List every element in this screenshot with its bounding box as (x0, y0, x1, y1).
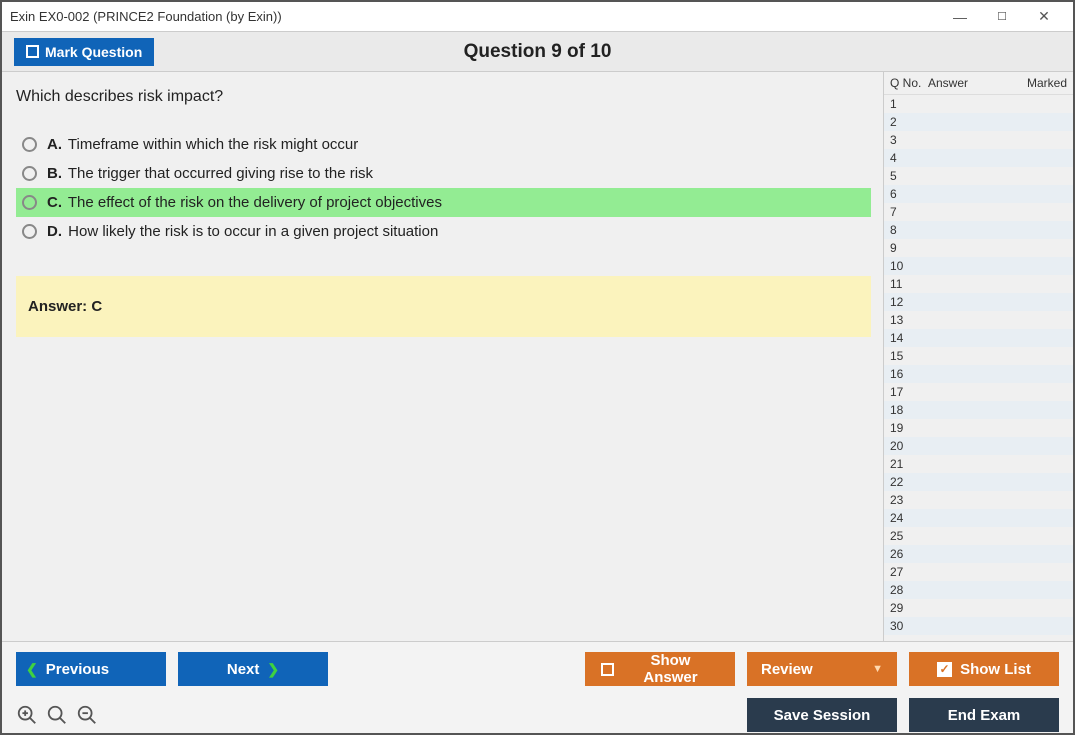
zoom-reset-icon[interactable] (16, 704, 38, 726)
col-answer: Answer (928, 76, 1021, 90)
zoom-in-icon[interactable] (46, 704, 68, 726)
window-title: Exin EX0-002 (PRINCE2 Foundation (by Exi… (10, 9, 282, 24)
question-text: Which describes risk impact? (16, 88, 871, 106)
next-button[interactable]: Next ❯ (178, 652, 328, 686)
mark-question-label: Mark Question (45, 44, 142, 60)
question-list[interactable]: 1234567891011121314151617181920212223242… (884, 95, 1073, 641)
show-list-label: Show List (960, 661, 1031, 678)
choice-text: D. How likely the risk is to occur in a … (47, 223, 438, 240)
checkbox-icon (26, 45, 39, 58)
list-item[interactable]: 8 (884, 221, 1073, 239)
list-item[interactable]: 14 (884, 329, 1073, 347)
question-list-panel: Q No. Answer Marked 12345678910111213141… (883, 72, 1073, 641)
checkbox-icon (601, 663, 614, 676)
list-item[interactable]: 24 (884, 509, 1073, 527)
chevron-down-icon: ▼ (872, 663, 883, 675)
list-item[interactable]: 12 (884, 293, 1073, 311)
maximize-icon[interactable]: ☐ (981, 10, 1023, 23)
radio-icon (22, 137, 37, 152)
question-panel: Which describes risk impact? A. Timefram… (2, 72, 883, 641)
show-answer-button[interactable]: Show Answer (585, 652, 735, 686)
list-item[interactable]: 6 (884, 185, 1073, 203)
review-button[interactable]: Review ▼ (747, 652, 897, 686)
zoom-out-icon[interactable] (76, 704, 98, 726)
list-item[interactable]: 5 (884, 167, 1073, 185)
bottom-bar: ❮ Previous Next ❯ Show Answer Review ▼ ✓… (2, 641, 1073, 733)
list-item[interactable]: 29 (884, 599, 1073, 617)
list-item[interactable]: 10 (884, 257, 1073, 275)
top-bar: Mark Question Question 9 of 10 (2, 32, 1073, 72)
chevron-right-icon: ❯ (267, 661, 279, 678)
list-item[interactable]: 30 (884, 617, 1073, 635)
list-item[interactable]: 28 (884, 581, 1073, 599)
list-item[interactable]: 4 (884, 149, 1073, 167)
previous-label: Previous (46, 661, 109, 678)
list-item[interactable]: 3 (884, 131, 1073, 149)
list-item[interactable]: 25 (884, 527, 1073, 545)
list-header: Q No. Answer Marked (884, 72, 1073, 95)
previous-button[interactable]: ❮ Previous (16, 652, 166, 686)
review-label: Review (761, 661, 813, 678)
list-item[interactable]: 18 (884, 401, 1073, 419)
list-item[interactable]: 27 (884, 563, 1073, 581)
list-item[interactable]: 17 (884, 383, 1073, 401)
title-bar: Exin EX0-002 (PRINCE2 Foundation (by Exi… (2, 2, 1073, 32)
col-marked: Marked (1021, 76, 1067, 90)
list-item[interactable]: 26 (884, 545, 1073, 563)
list-item[interactable]: 16 (884, 365, 1073, 383)
list-item[interactable]: 1 (884, 95, 1073, 113)
mark-question-button[interactable]: Mark Question (14, 38, 154, 66)
next-label: Next (227, 661, 260, 678)
end-exam-label: End Exam (948, 707, 1021, 724)
list-item[interactable]: 21 (884, 455, 1073, 473)
zoom-controls (16, 704, 98, 726)
col-qno: Q No. (890, 76, 928, 90)
radio-icon (22, 166, 37, 181)
end-exam-button[interactable]: End Exam (909, 698, 1059, 732)
chevron-left-icon: ❮ (26, 661, 38, 678)
choice-a[interactable]: A. Timeframe within which the risk might… (16, 130, 871, 159)
list-item[interactable]: 7 (884, 203, 1073, 221)
list-item[interactable]: 11 (884, 275, 1073, 293)
radio-icon (22, 195, 37, 210)
save-session-button[interactable]: Save Session (747, 698, 897, 732)
checkbox-checked-icon: ✓ (937, 662, 952, 677)
list-item[interactable]: 20 (884, 437, 1073, 455)
show-list-button[interactable]: ✓ Show List (909, 652, 1059, 686)
list-item[interactable]: 15 (884, 347, 1073, 365)
choice-c[interactable]: C. The effect of the risk on the deliver… (16, 188, 871, 217)
minimize-icon[interactable]: — (939, 9, 981, 25)
answer-box: Answer: C (16, 276, 871, 337)
radio-icon (22, 224, 37, 239)
choice-text: B. The trigger that occurred giving rise… (47, 165, 373, 182)
list-item[interactable]: 19 (884, 419, 1073, 437)
list-item[interactable]: 13 (884, 311, 1073, 329)
choice-text: A. Timeframe within which the risk might… (47, 136, 358, 153)
list-item[interactable]: 23 (884, 491, 1073, 509)
question-counter: Question 9 of 10 (2, 41, 1073, 63)
list-item[interactable]: 2 (884, 113, 1073, 131)
choice-d[interactable]: D. How likely the risk is to occur in a … (16, 217, 871, 246)
list-item[interactable]: 22 (884, 473, 1073, 491)
save-session-label: Save Session (774, 707, 871, 724)
choice-b[interactable]: B. The trigger that occurred giving rise… (16, 159, 871, 188)
show-answer-label: Show Answer (622, 652, 719, 686)
choice-text: C. The effect of the risk on the deliver… (47, 194, 442, 211)
close-icon[interactable]: ✕ (1023, 8, 1065, 25)
list-item[interactable]: 9 (884, 239, 1073, 257)
